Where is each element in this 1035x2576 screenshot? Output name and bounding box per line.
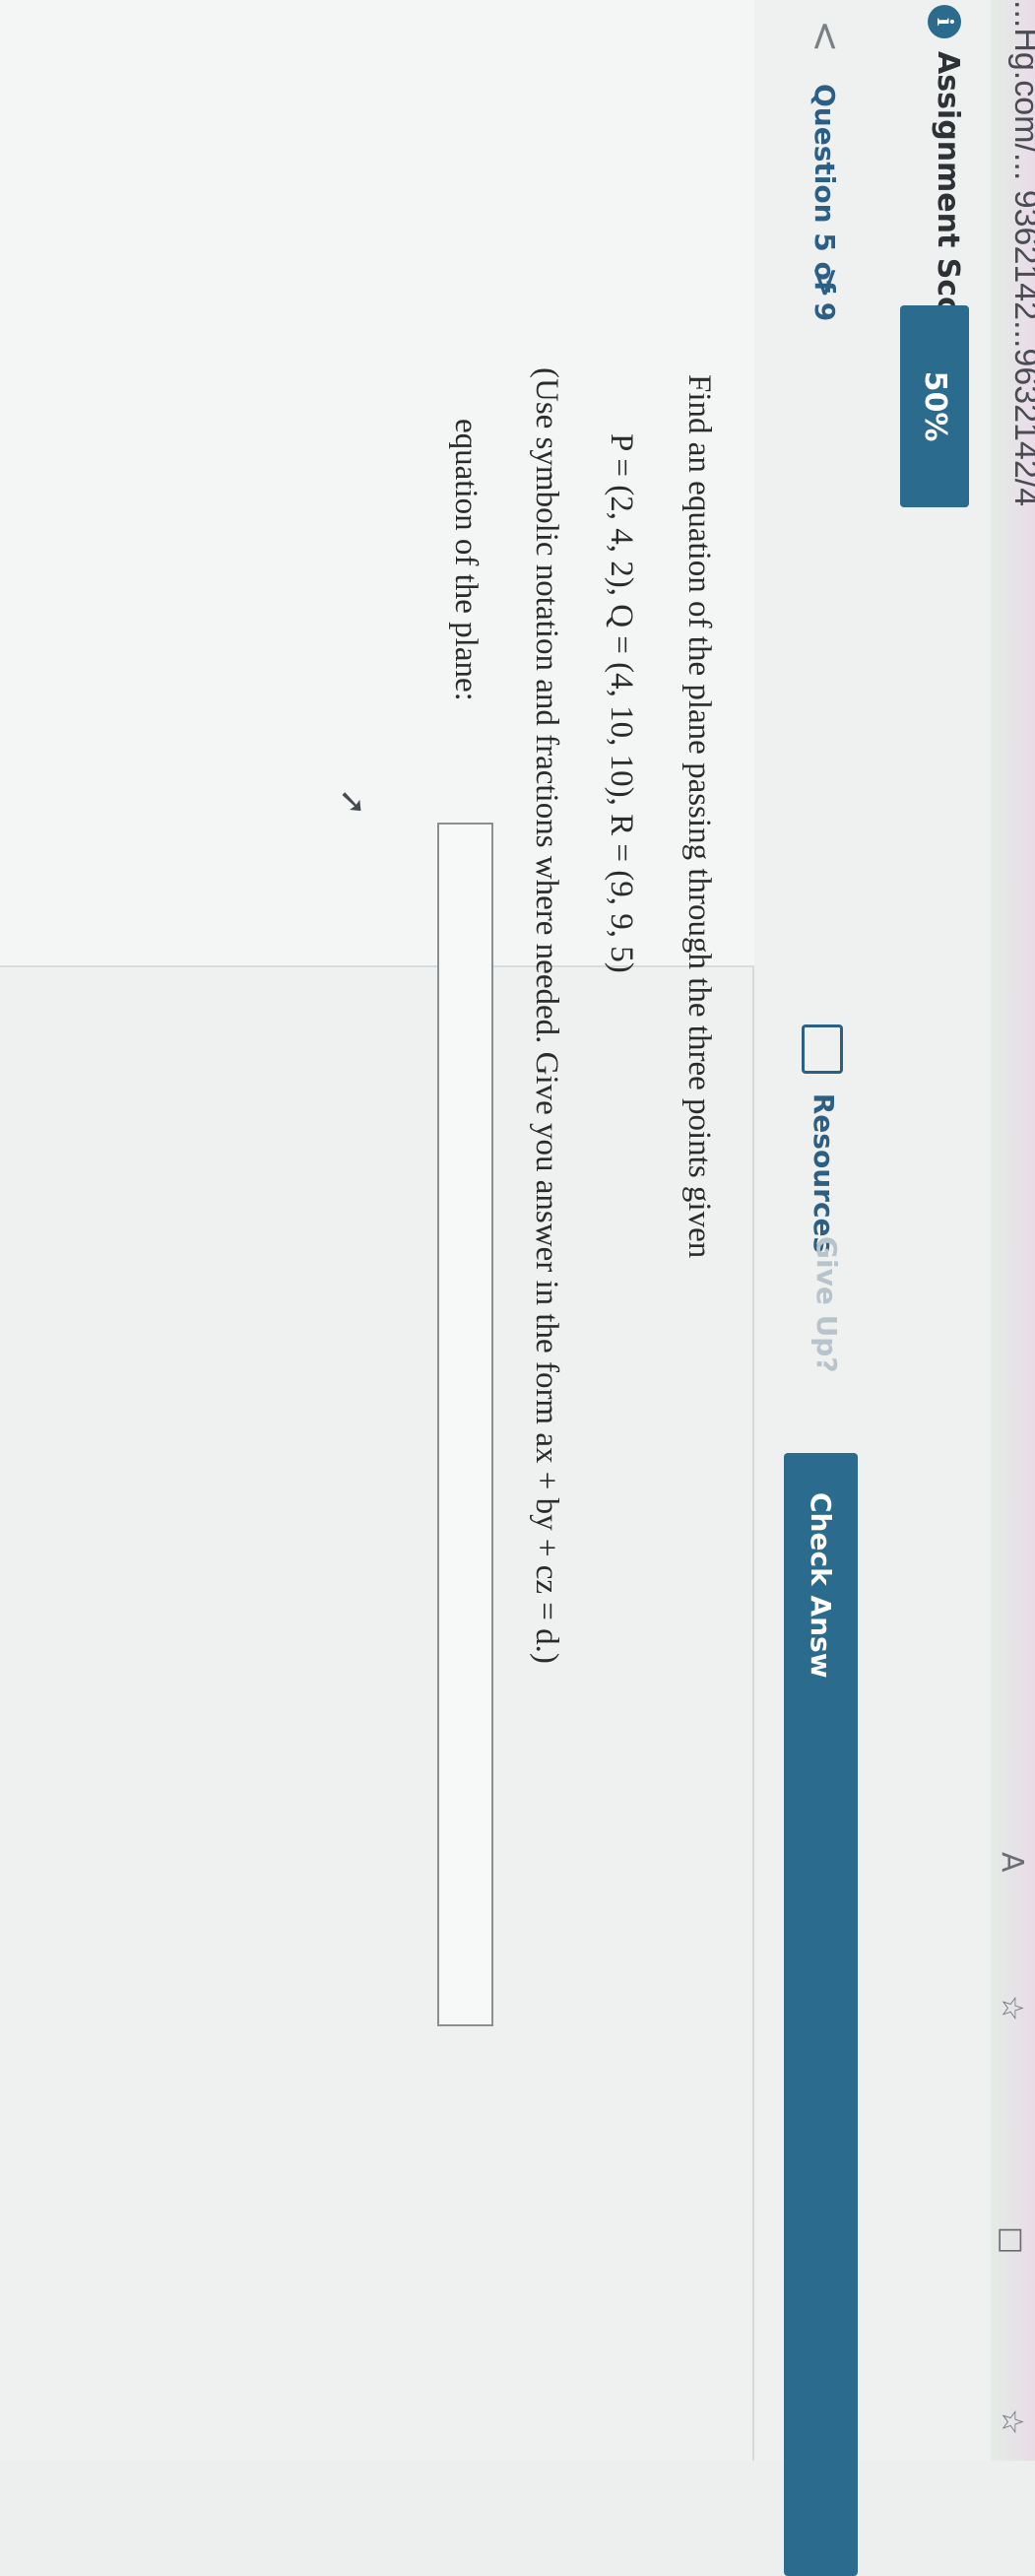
- favorite-star-icon[interactable]: ☆: [995, 1995, 1029, 2021]
- previous-question-button[interactable]: <: [803, 20, 848, 53]
- question-navigation-bar: < Question 5 of 9 > Resources Give Up? C…: [752, 0, 882, 2576]
- rotated-page: ...Hg.com/... 9362142...9632142/4 A ☆ □ …: [0, 0, 1035, 2576]
- mouse-pointer-icon: ➚: [333, 788, 372, 817]
- check-answer-button[interactable]: Check Answ: [784, 1453, 858, 2576]
- give-up-label: Give Up?: [810, 1236, 843, 1373]
- give-up-button[interactable]: Give Up?: [810, 1236, 843, 1373]
- check-answer-label: Check Answ: [805, 1492, 837, 1679]
- split-view-icon[interactable]: □: [995, 2226, 1029, 2254]
- favorites-list-icon[interactable]: ☆: [995, 2409, 1029, 2435]
- next-question-button[interactable]: >: [803, 266, 848, 299]
- score-bar: i Assignment Score: 50%: [882, 0, 991, 2461]
- reader-mode-icon[interactable]: A: [995, 1852, 1029, 1873]
- score-badge: 50%: [900, 305, 969, 507]
- resources-label: Resources: [808, 1092, 840, 1254]
- url-bar[interactable]: ...Hg.com/... 9362142...9632142/4: [1006, 0, 1035, 506]
- answer-instructions: (Use symbolic notation and fractions whe…: [529, 367, 564, 1664]
- resources-icon: [802, 1024, 843, 1074]
- question-card: [0, 0, 754, 967]
- answer-label: equation of the plane:: [448, 419, 484, 701]
- browser-toolbar: ...Hg.com/... 9362142...9632142/4 A ☆ □ …: [991, 0, 1035, 2461]
- info-icon[interactable]: i: [928, 5, 961, 38]
- assignment-page: ...Hg.com/... 9362142...9632142/4 A ☆ □ …: [0, 0, 1035, 2576]
- resources-button[interactable]: Resources: [802, 1024, 843, 1253]
- question-prompt: Find an equation of the plane passing th…: [681, 374, 717, 1259]
- question-content: Find an equation of the plane passing th…: [0, 0, 754, 2461]
- plane-equation-input[interactable]: [437, 823, 493, 2026]
- given-points: P = (2, 4, 2), Q = (4, 10, 10), R = (9, …: [604, 433, 639, 973]
